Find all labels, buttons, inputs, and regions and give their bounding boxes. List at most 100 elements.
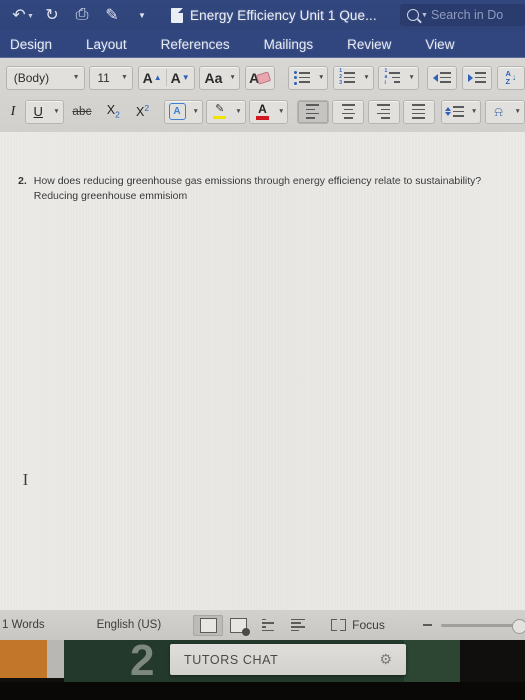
clear-formatting-button[interactable]: A	[246, 67, 274, 89]
edit-mode-glyph: ✎	[105, 7, 119, 24]
chevron-down-icon[interactable]: ▼	[468, 108, 480, 115]
word-window: ↶ ▼ ↻ ⎙ ✎ ▼ Energy Efficiency Unit 1 Que…	[0, 0, 525, 700]
align-right-group	[367, 99, 400, 124]
text-effects-group: A ▼	[163, 99, 203, 124]
tab-design[interactable]: Design	[4, 37, 58, 52]
edit-mode-icon[interactable]: ✎	[97, 2, 127, 28]
ribbon: (Body) ▼ 11 ▼ A ▲ A ▼ Aa ▼ A ▼ 1 2 3 ▼ 1…	[0, 58, 525, 132]
shrink-font-label: A	[170, 69, 181, 86]
numbering-group: 123 ▼	[333, 65, 374, 90]
text-effects-icon[interactable]: A	[165, 101, 190, 123]
sort-az-icon[interactable]: A Z ↓	[498, 67, 524, 89]
chevron-down-icon[interactable]: ▼	[190, 108, 202, 115]
draft-view-button[interactable]	[283, 615, 313, 636]
search-input[interactable]: ▼ Search in Do	[400, 4, 525, 26]
zoom-out-button[interactable]	[423, 624, 432, 626]
title-bar: ↶ ▼ ↻ ⎙ ✎ ▼ Energy Efficiency Unit 1 Que…	[0, 0, 525, 30]
outline-icon	[262, 618, 275, 632]
question-block: 2. How does reducing greenhouse gas emis…	[18, 174, 510, 204]
strikethrough-label: abc	[72, 105, 92, 118]
text-effects-label: A	[168, 103, 186, 120]
chevron-down-icon[interactable]: ▼	[50, 108, 62, 115]
redo-icon[interactable]: ↻	[37, 2, 67, 28]
chevron-down-icon[interactable]: ▼	[360, 74, 372, 81]
chevron-down-icon[interactable]: ▼	[232, 108, 244, 115]
font-color-icon[interactable]: A	[250, 101, 275, 123]
subscript-button[interactable]: X2	[100, 101, 126, 123]
gear-icon[interactable]: ⚙	[379, 651, 392, 668]
bullets-icon[interactable]	[289, 67, 315, 89]
shading-group: ⍾ ▼	[484, 99, 525, 124]
underline-group: U ▼	[25, 99, 64, 124]
search-icon	[407, 9, 419, 21]
chevron-down-icon[interactable]: ▼	[512, 108, 524, 115]
subscript-digit: 2	[115, 109, 120, 120]
grow-font-button[interactable]: A ▲	[139, 67, 166, 89]
customize-glyph: ▼	[138, 10, 146, 20]
highlight-color-icon[interactable]: ✎	[207, 101, 232, 123]
desk-left-surface	[0, 640, 47, 678]
customize-quick-access-icon[interactable]: ▼	[127, 2, 157, 28]
grow-font-label: A	[142, 69, 153, 86]
question-text: How does reducing greenhouse gas emissio…	[33, 175, 482, 187]
document-canvas[interactable]: 2. How does reducing greenhouse gas emis…	[0, 132, 525, 610]
tab-view[interactable]: View	[419, 37, 460, 52]
tab-references[interactable]: References	[155, 37, 236, 52]
tab-mailings[interactable]: Mailings	[258, 37, 320, 52]
zoom-slider[interactable]	[441, 618, 525, 634]
align-center-icon[interactable]	[333, 101, 363, 123]
chevron-down-icon: ▼	[72, 74, 80, 81]
highlight-pen-glyph: ✎	[215, 103, 225, 115]
change-case-label: Aa	[204, 69, 223, 86]
line-spacing-icon[interactable]	[442, 101, 468, 123]
tab-review[interactable]: Review	[341, 37, 397, 52]
tab-layout[interactable]: Layout	[80, 37, 133, 52]
shading-icon[interactable]: ⍾	[486, 101, 512, 123]
align-right-icon[interactable]	[369, 101, 399, 123]
focus-button[interactable]: Focus	[331, 618, 385, 632]
shrink-font-button[interactable]: A ▼	[167, 67, 194, 89]
ribbon-tabs: Design Layout References Mailings Review…	[0, 30, 525, 58]
chevron-down-icon[interactable]: ▼	[315, 74, 327, 81]
chevron-down-icon[interactable]: ▼	[405, 74, 417, 81]
align-left-icon[interactable]	[297, 100, 328, 123]
font-color-label: A	[258, 102, 267, 117]
outline-view-button[interactable]	[253, 615, 283, 636]
status-bar: 1 Words English (US) Focus	[0, 610, 525, 640]
text-cursor-icon: I	[22, 470, 29, 489]
chevron-down-icon[interactable]: ▼	[275, 108, 287, 115]
increase-indent-icon[interactable]	[463, 67, 491, 89]
superscript-button[interactable]: X2	[130, 101, 156, 123]
zoom-slider-handle[interactable]	[512, 618, 525, 634]
font-size-combo[interactable]: 11 ▼	[89, 65, 133, 90]
tutors-chat-widget[interactable]: TUTORS CHAT ⚙	[170, 644, 406, 675]
change-case-button[interactable]: Aa	[200, 67, 226, 89]
multilevel-list-icon[interactable]: 1ai	[379, 67, 405, 89]
draft-icon	[291, 618, 306, 632]
align-left-group	[296, 99, 329, 124]
decrease-indent-icon[interactable]	[428, 67, 456, 89]
quick-access-toolbar: ↶ ▼ ↻ ⎙ ✎ ▼	[0, 2, 157, 28]
undo-dropdown-icon[interactable]: ▼	[27, 13, 37, 20]
web-layout-view-button[interactable]	[223, 615, 253, 636]
font-name-combo[interactable]: (Body) ▼	[5, 65, 85, 90]
font-color-group: A ▼	[248, 99, 289, 124]
clear-formatting-group: A	[244, 65, 275, 90]
strikethrough-button[interactable]: abc	[67, 101, 97, 123]
print-layout-view-button[interactable]	[193, 614, 224, 636]
font-size-value: 11	[97, 70, 110, 85]
italic-button[interactable]: I	[4, 101, 22, 123]
word-count[interactable]: 1 Words	[0, 619, 45, 631]
language-label[interactable]: English (US)	[97, 619, 162, 631]
justify-icon[interactable]	[404, 101, 434, 123]
numbering-icon[interactable]: 123	[334, 67, 360, 89]
document-title-area: Energy Efficiency Unit 1 Que...	[171, 7, 377, 23]
tutors-chat-label: TUTORS CHAT	[184, 652, 279, 667]
align-center-group	[332, 99, 365, 124]
underline-button[interactable]: U	[26, 101, 50, 123]
print-icon[interactable]: ⎙	[67, 2, 97, 28]
print-glyph: ⎙	[75, 6, 89, 23]
zoom-controls	[423, 618, 525, 634]
chevron-down-icon[interactable]: ▼	[226, 74, 238, 81]
page-title: Energy Efficiency Unit 1 Que...	[190, 7, 377, 23]
